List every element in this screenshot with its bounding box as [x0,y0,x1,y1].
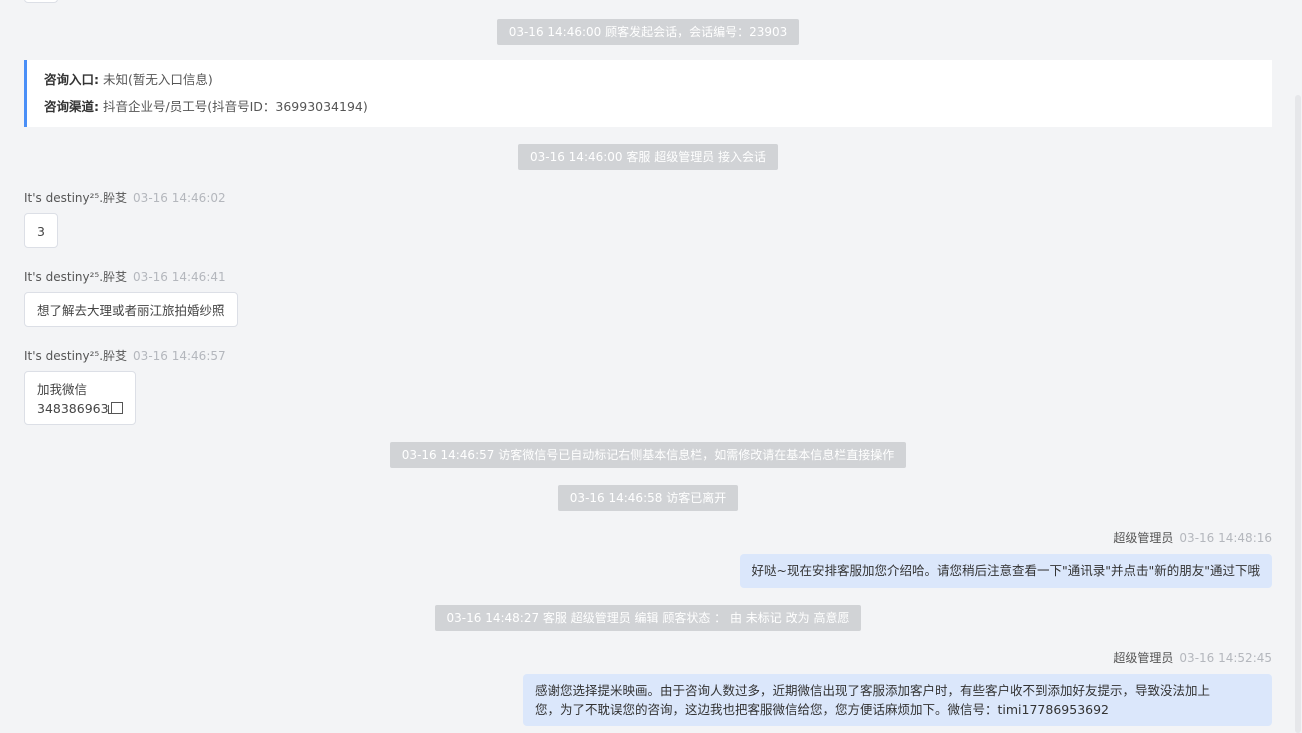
consult-channel-row: 咨询渠道: 抖音企业号/员工号(抖音号ID：36993034194) [44,97,1272,124]
message-text: 感谢您选择提米映画。由于咨询人数过多，近期微信出现了客服添加客户时，有些客户收不… [535,683,1211,698]
wechat-id-text: 348386963 [37,401,109,416]
system-message: 03-16 14:46:00 客服 超级管理员 接入会话 [0,144,1296,170]
system-message-text: 03-16 14:48:27 客服 超级管理员 编辑 顾客状态 ： 由 未标记 … [434,605,862,631]
sender-name: 超级管理员 [1113,651,1174,665]
scrollbar-thumb[interactable] [1295,95,1301,733]
message-sender-row: 超级管理员 03-16 14:52:45 [1113,649,1272,666]
customer-message-bubble[interactable]: 3 [24,213,58,248]
system-message: 03-16 14:46:58 访客已离开 [0,485,1296,511]
sender-name: It's destiny²⁵.肸䒝 [24,191,128,205]
consult-entry-label: 咨询入口: [44,72,99,87]
message-text: 您，为了不耽误您的咨询，这边我也把客服微信给您，您方便话麻烦加下。微信号：tim… [535,702,1110,717]
message-time: 03-16 14:46:02 [133,191,226,205]
top-partial-button[interactable] [24,0,58,3]
consult-entry-value: 未知(暂无入口信息) [102,72,213,87]
sender-name: It's destiny²⁵.肸䒝 [24,270,128,284]
agent-message-bubble[interactable]: 好哒~现在安排客服加您介绍哈。请您稍后注意查看一下"通讯录"并点击"新的朋友"通… [739,554,1272,588]
consult-info-card: 咨询入口: 未知(暂无入口信息) 咨询渠道: 抖音企业号/员工号(抖音号ID：3… [24,60,1272,127]
agent-message-bubble[interactable]: 感谢您选择提米映画。由于咨询人数过多，近期微信出现了客服添加客户时，有些客户收不… [523,674,1272,726]
message-sender-row: 超级管理员 03-16 14:48:16 [1113,529,1272,546]
message-text: 3 [37,224,45,239]
message-sender-row: It's destiny²⁵.肸䒝 03-16 14:46:02 [24,189,226,206]
consult-entry-row: 咨询入口: 未知(暂无入口信息) [44,70,1272,97]
message-sender-row: It's destiny²⁵.肸䒝 03-16 14:46:41 [24,268,226,285]
consult-channel-value: 抖音企业号/员工号(抖音号ID：36993034194) [102,99,368,114]
message-text: 好哒~现在安排客服加您介绍哈。请您稍后注意查看一下"通讯录"并点击"新的朋友"通… [751,563,1260,578]
message-time: 03-16 14:46:41 [133,270,226,284]
sender-name: It's destiny²⁵.肸䒝 [24,349,128,363]
customer-message-bubble[interactable]: 加我微信 348386963 [24,371,136,425]
system-message-text: 03-16 14:46:00 顾客发起会话，会话编号：23903 [496,19,800,45]
message-text: 想了解去大理或者丽江旅拍婚纱照 [37,303,225,318]
system-message: 03-16 14:46:57 访客微信号已自动标记右侧基本信息栏，如需修改请在基… [0,442,1296,468]
message-time: 03-16 14:48:16 [1179,531,1272,545]
customer-message-bubble[interactable]: 想了解去大理或者丽江旅拍婚纱照 [24,292,238,327]
system-message: 03-16 14:48:27 客服 超级管理员 编辑 顾客状态 ： 由 未标记 … [0,605,1296,631]
sender-name: 超级管理员 [1113,531,1174,545]
message-text: 加我微信 [37,382,88,397]
system-message-text: 03-16 14:46:00 客服 超级管理员 接入会话 [517,144,779,170]
system-message-text: 03-16 14:46:58 访客已离开 [557,485,739,511]
consult-channel-label: 咨询渠道: [44,99,99,114]
system-message-text: 03-16 14:46:57 访客微信号已自动标记右侧基本信息栏，如需修改请在基… [389,442,907,468]
system-message: 03-16 14:46:00 顾客发起会话，会话编号：23903 [0,19,1296,45]
copy-icon[interactable] [107,402,123,414]
message-time: 03-16 14:52:45 [1179,651,1272,665]
message-time: 03-16 14:46:57 [133,349,226,363]
message-sender-row: It's destiny²⁵.肸䒝 03-16 14:46:57 [24,347,226,364]
wechat-id-row: 348386963 [37,399,123,418]
